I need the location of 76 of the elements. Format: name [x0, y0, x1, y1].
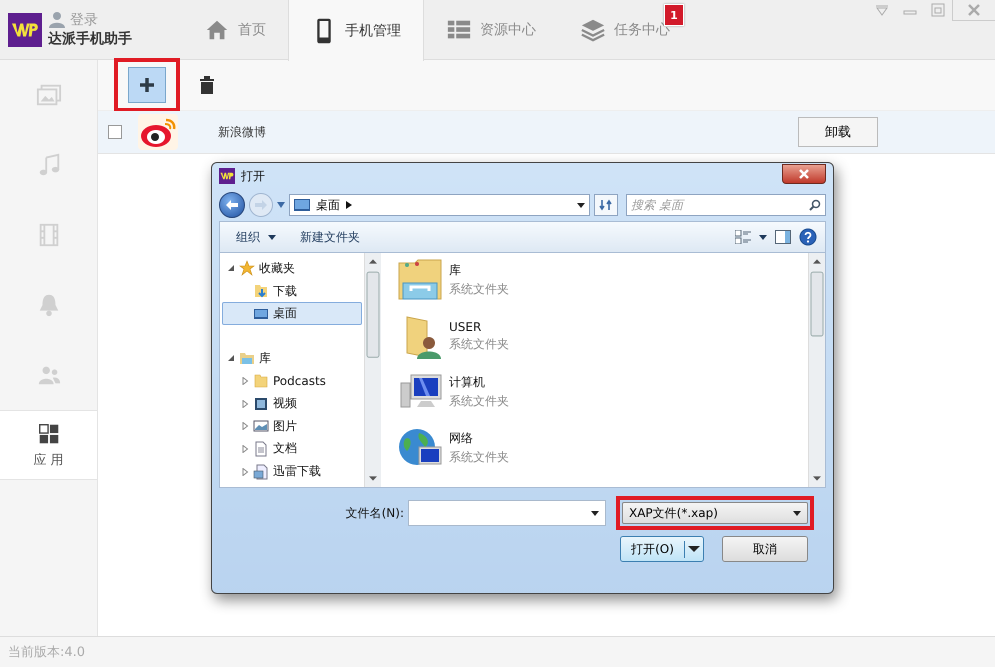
nav-tab[interactable]: 手机管理 [288, 0, 424, 61]
close-icon[interactable] [952, 0, 995, 21]
new-folder-button[interactable]: 新建文件夹 [292, 226, 368, 248]
file-item[interactable]: USER 系统文件夹 [391, 313, 798, 359]
chevron-icon [346, 201, 352, 209]
tree-item[interactable]: 桌面 [222, 302, 362, 326]
sidebar-item[interactable]: 应 用 [0, 410, 97, 480]
open-button[interactable]: 打开(O) [620, 536, 704, 562]
app-logo [8, 12, 42, 46]
close-button[interactable] [782, 164, 826, 184]
download-file-icon [253, 464, 269, 480]
tree-item[interactable]: 迅雷下载 [222, 460, 362, 484]
refresh-arrows-icon [599, 198, 613, 212]
checkbox[interactable] [108, 125, 122, 139]
add-button[interactable] [128, 67, 166, 103]
collapsed-triangle-icon[interactable] [241, 400, 249, 408]
download-folder-icon [253, 283, 269, 300]
file-name-field[interactable] [408, 500, 606, 526]
collapsed-triangle-icon[interactable] [241, 468, 249, 476]
library-icon [239, 350, 255, 366]
view-options-icon[interactable] [735, 230, 751, 244]
refresh-button[interactable] [594, 194, 618, 216]
file-item[interactable]: 库 系统文件夹 [391, 257, 798, 303]
weibo-eye-icon [138, 114, 178, 150]
expanded-triangle-icon[interactable] [227, 354, 235, 362]
caret-icon [268, 234, 276, 240]
tree-item[interactable]: Podcasts [222, 370, 362, 392]
collapsed-triangle-icon[interactable] [241, 376, 249, 385]
collapsed-triangle-icon[interactable] [241, 444, 249, 453]
back-button[interactable] [219, 192, 245, 218]
tree-item[interactable]: 收藏夹 [222, 257, 362, 280]
dialog-logo-icon [219, 168, 235, 184]
caret-icon[interactable] [759, 234, 767, 240]
search-icon [809, 199, 821, 211]
film-strip-icon [253, 396, 269, 412]
file-name-label: 文件名(N): [346, 504, 404, 522]
file-type-dropdown[interactable]: XAP文件(*.xap) [622, 502, 808, 524]
tree-item[interactable]: 视频 [222, 392, 362, 415]
file-item[interactable]: 网络 系统文件夹 [391, 425, 798, 471]
picture-icon [36, 82, 62, 108]
expanded-triangle-icon[interactable] [227, 264, 235, 272]
app-name: 新浪微博 [218, 124, 267, 140]
count-badge: 1 [664, 4, 684, 26]
star-icon [239, 260, 255, 276]
address-bar[interactable]: 桌面 [289, 194, 590, 216]
arrow-right-icon [254, 199, 268, 211]
dialog-title: 打开 [241, 168, 265, 184]
version-text: 当前版本:4.0 [8, 644, 86, 661]
tree-item[interactable]: 文档 [222, 438, 362, 460]
caret-icon[interactable] [577, 202, 585, 208]
folder-icon [253, 372, 269, 389]
tree-item[interactable]: 库 [222, 346, 362, 370]
tree-item[interactable]: 图片 [222, 414, 362, 438]
user-icon [48, 11, 66, 29]
uninstall-button[interactable]: 卸载 [798, 117, 878, 147]
plus-icon [139, 77, 155, 93]
app-name: 达派手机助手 [48, 30, 132, 48]
picture-icon [253, 418, 269, 434]
layers-icon [580, 17, 606, 43]
caret-icon [793, 510, 801, 516]
close-icon [798, 169, 810, 179]
search-input[interactable]: 搜索 桌面 [631, 198, 809, 212]
file-item[interactable]: 计算机 系统文件夹 [391, 369, 798, 415]
document-icon [253, 440, 269, 457]
preview-pane-icon[interactable] [775, 230, 791, 244]
organize-menu[interactable]: 组织 [228, 226, 284, 248]
caret-icon [591, 510, 599, 516]
tree-item[interactable]: 下载 [222, 280, 362, 302]
nav-tab[interactable]: 任务中心 1 [558, 0, 692, 60]
arrow-left-icon [225, 199, 239, 211]
cancel-button[interactable]: 取消 [722, 536, 808, 562]
collapsed-triangle-icon[interactable] [241, 422, 249, 430]
desktop-icon [294, 199, 310, 211]
trash-icon[interactable] [200, 76, 214, 94]
help-icon[interactable] [799, 228, 817, 246]
search-field[interactable]: 搜索 桌面 [626, 194, 826, 216]
